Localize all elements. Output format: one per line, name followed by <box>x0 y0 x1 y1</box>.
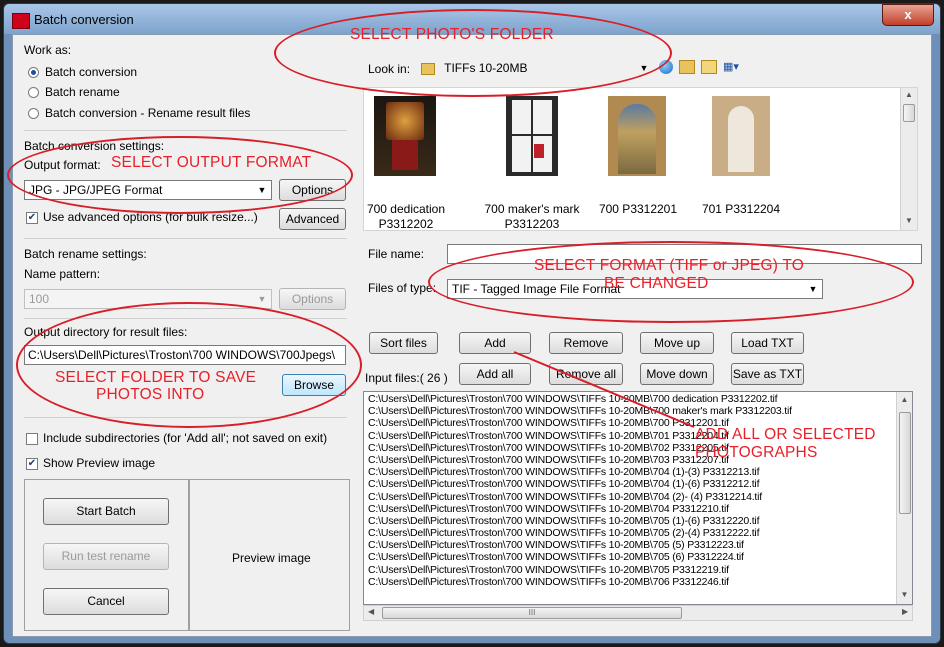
annotation-arrow <box>513 351 695 428</box>
batch-conversion-window: Batch conversion x Work as: Batch conver… <box>3 3 941 644</box>
annotation-add-line-1: ADD ALL OR SELECTED <box>695 426 876 443</box>
annotation-add-line-2: PHOTOGRAPHS <box>695 444 818 461</box>
